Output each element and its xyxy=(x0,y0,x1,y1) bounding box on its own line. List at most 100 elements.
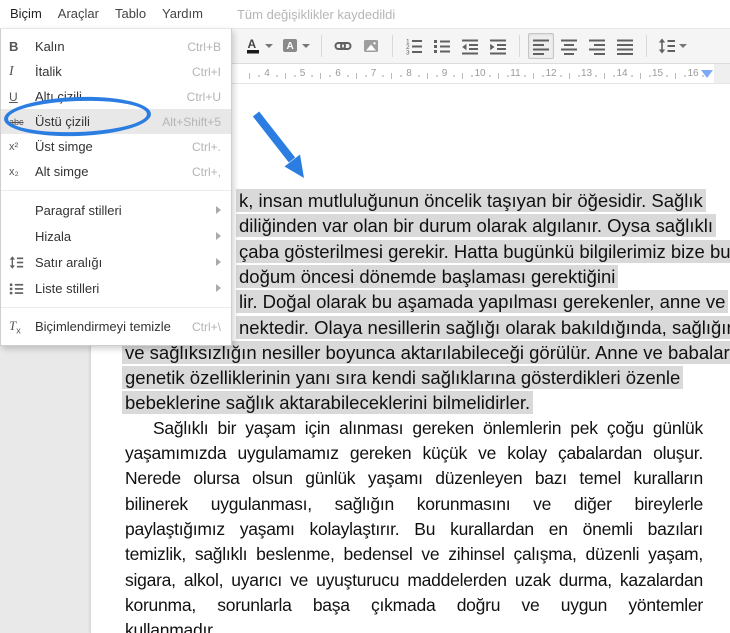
menubar-item-yardım[interactable]: Yardım xyxy=(154,0,211,28)
line-spacing-icon xyxy=(9,255,35,270)
menu-item-hizala[interactable]: Hizala xyxy=(1,223,231,249)
menu-item-biçimlendirmeyi-temizle[interactable]: TxBiçimlendirmeyi temizleCtrl+\ xyxy=(1,314,231,339)
menu-item-label: İtalik xyxy=(35,64,192,79)
menu-item-üst-simge[interactable]: x²Üst simgeCtrl+. xyxy=(1,134,231,159)
document-text-line[interactable]: çaba gösterilmesi gerekir. Hatta bugünkü… xyxy=(236,240,730,263)
ruler-dot xyxy=(258,75,260,77)
ruler-tick xyxy=(569,73,570,79)
ruler-dot xyxy=(666,75,668,77)
document-text-line[interactable]: genetik özelliklerinin yanı sıra kendi s… xyxy=(122,366,683,389)
ruler-tick xyxy=(427,73,428,79)
ruler-tick xyxy=(285,73,286,79)
ruler-end-cap xyxy=(714,64,730,83)
numbered-list-button[interactable]: 123 xyxy=(401,33,427,59)
increase-indent-button[interactable] xyxy=(485,33,511,59)
align-left-button[interactable] xyxy=(528,33,554,59)
menu-item-üstü-çizili[interactable]: abcÜstü çiziliAlt+Shift+5 xyxy=(1,109,231,134)
ruler-tick xyxy=(462,73,463,79)
align-center-button[interactable] xyxy=(556,33,582,59)
ruler-dot xyxy=(436,75,438,77)
list-styles-icon xyxy=(9,281,35,296)
subscript-icon: x₂ xyxy=(9,166,35,178)
text-color-button[interactable]: A xyxy=(241,33,276,59)
document-text-line[interactable]: Nerede olursa olsun günlük yaşamı düzenl… xyxy=(125,467,703,490)
menubar-item-araçlar[interactable]: Araçlar xyxy=(50,0,107,28)
toolbar-separator xyxy=(392,35,393,57)
selected-text: genetik özelliklerinin yanı sıra kendi s… xyxy=(122,366,683,389)
ruler-number: 7 xyxy=(371,68,377,79)
line-spacing-icon xyxy=(658,37,676,55)
outdent-icon xyxy=(461,37,479,55)
ruler-number: 6 xyxy=(335,68,341,79)
dropdown-caret-icon xyxy=(265,44,273,48)
align-right-button[interactable] xyxy=(584,33,610,59)
menu-item-paragraf-stilleri[interactable]: Paragraf stilleri xyxy=(1,197,231,223)
toolbar-separator xyxy=(321,35,322,57)
ruler-dot xyxy=(507,75,509,77)
document-text-line[interactable]: bilinerek uygulanması, sağlığın korunmas… xyxy=(125,493,703,516)
svg-text:A: A xyxy=(287,41,294,52)
ruler-number: 4 xyxy=(264,68,270,79)
ruler-dot xyxy=(613,75,615,77)
ruler-number: 5 xyxy=(300,68,306,79)
menubar-item-biçim[interactable]: Biçim xyxy=(2,0,50,28)
menu-item-label: Alt simge xyxy=(35,164,192,179)
justify-button[interactable] xyxy=(612,33,638,59)
insert-link-button[interactable] xyxy=(330,33,356,59)
menu-item-kalın[interactable]: BKalınCtrl+B xyxy=(1,34,231,59)
ruler-dot xyxy=(453,75,455,77)
ruler-number: 9 xyxy=(442,68,448,79)
highlight-color-icon: A xyxy=(281,37,299,55)
document-text-line[interactable]: yaşamımızda uygulamamız gereken küçük ve… xyxy=(125,442,703,465)
menu-item-shortcut: Alt+Shift+5 xyxy=(162,115,221,129)
ruler-dot xyxy=(365,75,367,77)
ruler-tick xyxy=(604,73,605,79)
ruler-tick xyxy=(249,73,250,79)
ruler-dot xyxy=(578,75,580,77)
ruler-number: 12 xyxy=(545,68,556,79)
image-icon xyxy=(362,37,380,55)
menu-item-altı-çizili[interactable]: UAltı çiziliCtrl+U xyxy=(1,84,231,109)
document-text-line[interactable]: bebeklerine sağlık aktarabileceklerini b… xyxy=(122,391,533,414)
menu-item-i-talik[interactable]: IİtalikCtrl+I xyxy=(1,59,231,84)
ruler-dot xyxy=(382,75,384,77)
menu-item-satır-aralığı[interactable]: Satır aralığı xyxy=(1,249,231,275)
bulleted-list-button[interactable] xyxy=(429,33,455,59)
decrease-indent-button[interactable] xyxy=(457,33,483,59)
selected-text: bebeklerine sağlık aktarabileceklerini b… xyxy=(122,391,533,414)
selected-text: doğum öncesi dönemde başlaması gerektiği… xyxy=(236,265,618,288)
menu-item-shortcut: Ctrl+U xyxy=(187,90,221,104)
document-text-line[interactable]: diliğinden var olan bir durum olarak alg… xyxy=(236,214,716,237)
menu-item-shortcut: Ctrl+B xyxy=(187,40,221,54)
highlight-color-button[interactable]: A xyxy=(278,33,313,59)
ruler-tick xyxy=(356,73,357,79)
document-text-line[interactable]: paylaştığımız yaşamı kolaylaştırır. Bu k… xyxy=(125,518,703,541)
insert-image-button[interactable] xyxy=(358,33,384,59)
ruler-dot xyxy=(560,75,562,77)
ruler-number: 15 xyxy=(652,68,663,79)
ruler-number: 16 xyxy=(687,68,698,79)
document-text-line[interactable]: temizlik, sağlıklı beslenme, bedensel ve… xyxy=(125,543,703,566)
document-text-line[interactable]: sigara, alkol, uyarıcı ve uyuşturucu mad… xyxy=(125,569,703,592)
menu-item-label: Altı çizili xyxy=(35,89,187,104)
menubar-item-tablo[interactable]: Tablo xyxy=(107,0,154,28)
menu-item-liste-stilleri[interactable]: Liste stilleri xyxy=(1,275,231,301)
ruler-dot xyxy=(418,75,420,77)
document-text-line[interactable]: kullanmadır. xyxy=(125,619,703,633)
menu-item-alt-simge[interactable]: x₂Alt simgeCtrl+, xyxy=(1,159,231,184)
menu-item-shortcut: Ctrl+, xyxy=(192,165,221,179)
ruler-tick xyxy=(533,73,534,79)
document-text-line[interactable]: nektedir. Olaya nesillerin sağlığı olara… xyxy=(236,316,730,339)
selected-text: lir. Doğal olarak bu aşamada yapılması g… xyxy=(236,290,728,313)
submenu-arrow-icon xyxy=(216,206,221,214)
document-text-line[interactable]: lir. Doğal olarak bu aşamada yapılması g… xyxy=(236,290,728,313)
ruler-number: 13 xyxy=(581,68,592,79)
document-text-line[interactable]: k, insan mutluluğunun öncelik taşıyan bi… xyxy=(236,189,706,212)
document-text-line[interactable]: Sağlıklı bir yaşam için alınması gereken… xyxy=(125,417,703,440)
line-spacing-button[interactable] xyxy=(655,33,690,59)
line-spacing-icon xyxy=(9,255,24,270)
document-text-line[interactable]: korunma, sorunlarla başa çıkmada doğru v… xyxy=(125,594,703,617)
numbered-list-icon: 123 xyxy=(405,37,423,55)
ruler-number: 14 xyxy=(616,68,627,79)
document-text-line[interactable]: doğum öncesi dönemde başlaması gerektiği… xyxy=(236,265,618,288)
